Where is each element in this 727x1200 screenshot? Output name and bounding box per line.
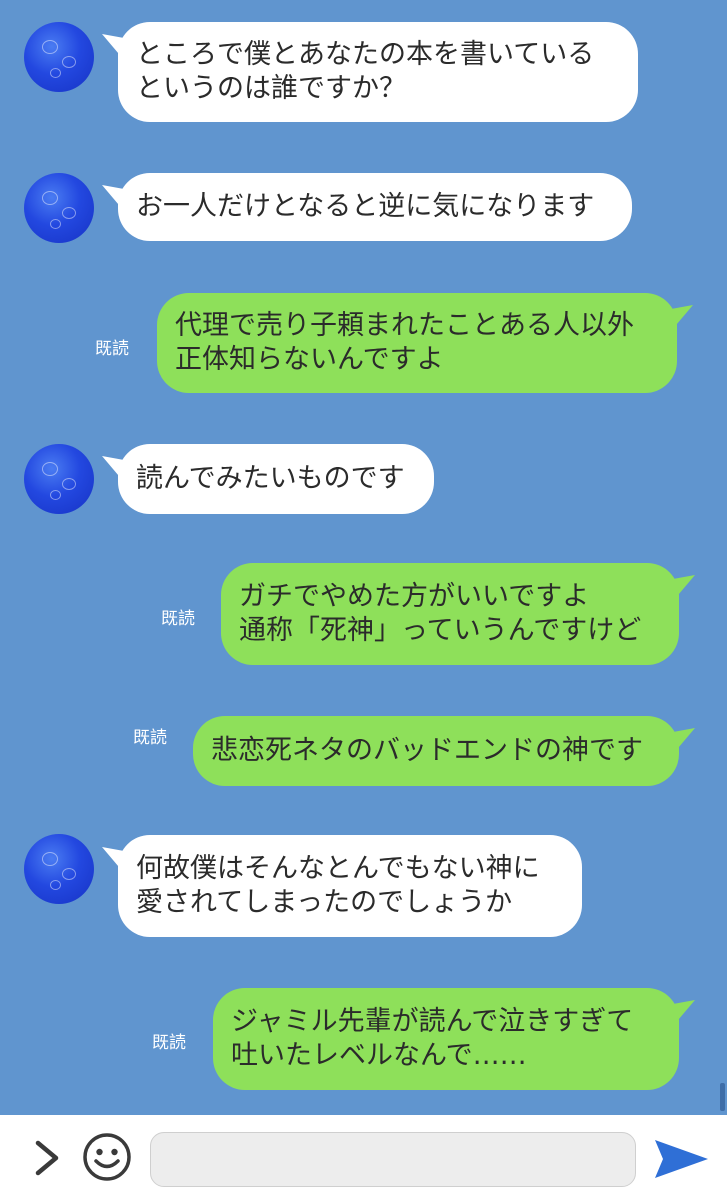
bubble-tail [102,456,124,482]
bubble-tail [102,847,124,873]
message-input-bar [0,1115,727,1200]
scrollbar[interactable] [720,1083,725,1111]
bubble-tail [673,1000,695,1026]
message-text: 悲恋死ネタのバッドエンドの神です [211,735,643,766]
avatar[interactable] [24,834,94,904]
read-receipt: 既読 [95,339,129,359]
outgoing-message[interactable]: 悲恋死ネタのバッドエンドの神です [193,716,695,786]
read-receipt: 既読 [152,1033,186,1053]
outgoing-message[interactable]: 代理で売り子頼まれたことある人以外 正体知らないんですよ [157,293,693,393]
incoming-message[interactable]: お一人だけとなると逆に気になります [102,173,632,241]
message-text: お一人だけとなると逆に気になります [136,191,595,222]
bubble-tail [102,34,124,60]
message-text: 代理で売り子頼まれたことある人以外 正体知らないんですよ [175,310,634,375]
incoming-message[interactable]: 何故僕はそんなとんでもない神に 愛されてしまったのでしょうか [102,835,582,937]
bubble-tail [671,305,693,331]
bubble-tail [673,728,695,754]
outgoing-message[interactable]: ジャミル先輩が読んで泣きすぎて 吐いたレベルなんで…… [213,988,695,1090]
bubble-tail [673,575,695,601]
incoming-message[interactable]: ところで僕とあなたの本を書いている というのは誰ですか？ [102,22,638,122]
avatar[interactable] [24,173,94,243]
outgoing-message[interactable]: ガチでやめた方がいいですよ 通称「死神」っていうんですけど [221,563,695,665]
message-text: ガチでやめた方がいいですよ 通称「死神」っていうんですけど [239,581,642,646]
read-receipt: 既読 [161,609,195,629]
message-text: ジャミル先輩が読んで泣きすぎて 吐いたレベルなんで…… [231,1006,634,1071]
incoming-message[interactable]: 読んでみたいものです [102,444,434,514]
message-text: ところで僕とあなたの本を書いている というのは誰ですか？ [136,39,595,104]
send-arrow-icon[interactable] [652,1137,710,1181]
read-receipt: 既読 [133,728,167,748]
chat-area[interactable]: ところで僕とあなたの本を書いている というのは誰ですか？ お一人だけとなると逆に… [0,0,727,1115]
chevron-right-icon[interactable] [30,1139,64,1177]
smiley-icon[interactable] [82,1132,132,1182]
message-text: 読んでみたいものです [136,463,405,494]
avatar[interactable] [24,22,94,92]
message-text: 何故僕はそんなとんでもない神に 愛されてしまったのでしょうか [136,853,540,918]
message-input[interactable] [150,1132,636,1187]
avatar[interactable] [24,444,94,514]
bubble-tail [102,185,124,211]
